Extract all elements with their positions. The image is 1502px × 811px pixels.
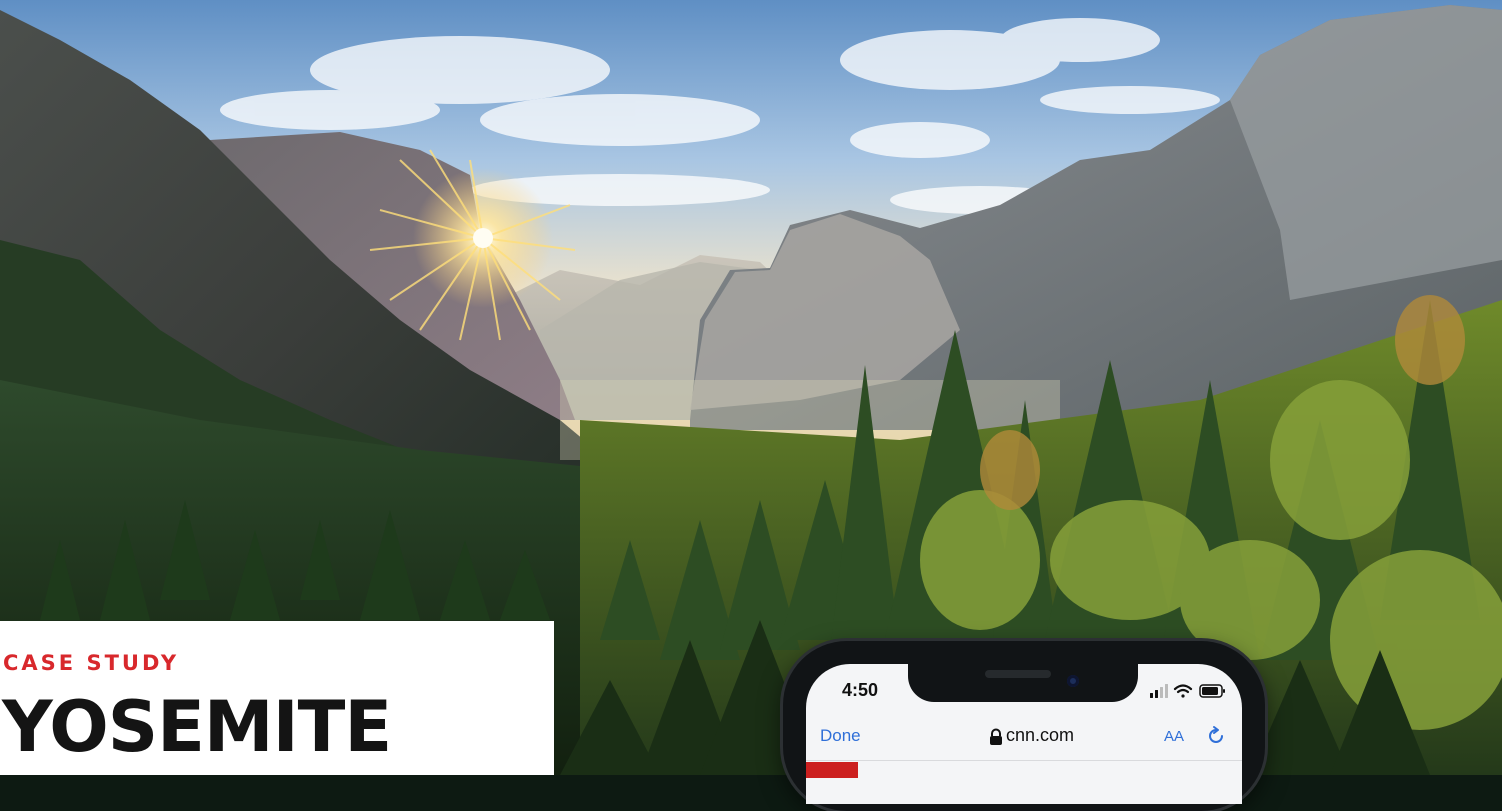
- url-domain[interactable]: cnn.com: [1006, 725, 1074, 746]
- status-icons: [1150, 682, 1228, 700]
- kicker-label: CASE STUDY: [3, 651, 180, 675]
- address-bar-divider: [806, 760, 1242, 761]
- site-header-brand-strip: [806, 762, 858, 778]
- lock-icon: [988, 728, 1004, 746]
- reload-icon[interactable]: [1205, 725, 1227, 747]
- text-size-button[interactable]: AA: [1164, 728, 1184, 745]
- signal-icon: [1150, 684, 1168, 698]
- battery-icon: [1199, 684, 1225, 698]
- speaker-grille: [985, 670, 1051, 678]
- wifi-icon: [1173, 684, 1193, 698]
- phone-notch: [908, 656, 1138, 702]
- page-title: YOSEMITE: [2, 686, 392, 768]
- status-time: 4:50: [842, 680, 879, 700]
- done-button[interactable]: Done: [820, 726, 861, 746]
- camera-icon: [1067, 675, 1079, 687]
